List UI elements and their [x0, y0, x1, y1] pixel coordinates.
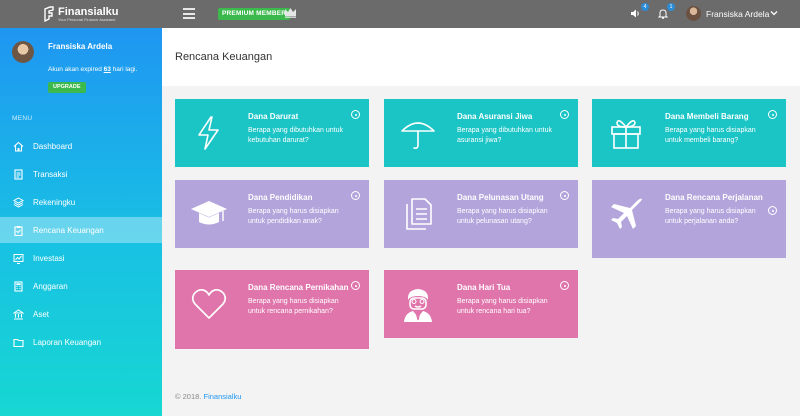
sidebar-item-label: Transaksi: [33, 169, 68, 179]
profile-avatar: [12, 41, 34, 63]
info-icon[interactable]: [768, 206, 777, 215]
card-description: Berapa yang dibutuhkan untuk asuransi ji…: [457, 127, 552, 144]
premium-member-badge: PREMIUM MEMBER: [218, 8, 291, 20]
clipboard-icon: [14, 225, 23, 236]
bell-count-badge: 1: [667, 3, 675, 11]
sidebar-item-dashboard[interactable]: Dashboard: [0, 133, 162, 159]
airplane-icon: [611, 198, 642, 229]
card-title: Dana Membeli Barang: [665, 112, 749, 121]
logo-tagline: Your Personal Finance Assistant: [58, 16, 116, 22]
info-icon[interactable]: [351, 110, 360, 119]
sidebar: Fransiska Ardela Akun akan expired 63 ha…: [0, 28, 162, 416]
upgrade-button[interactable]: UPGRADE: [48, 82, 86, 93]
sidebar-item-label: Dashboard: [33, 141, 73, 151]
card-dana-pelunasan-utang[interactable]: Dana Pelunasan Utang Berapa yang harus d…: [384, 180, 578, 248]
card-dana-asuransi-jiwa[interactable]: Dana Asuransi Jiwa Berapa yang dibutuhka…: [384, 99, 578, 167]
sidebar-item-label: Anggaran: [33, 281, 68, 291]
info-icon[interactable]: [351, 191, 360, 200]
logo[interactable]: Finansialku Your Personal Finance Assist…: [44, 6, 119, 22]
card-dana-membeli-barang[interactable]: Dana Membeli Barang Berapa yang harus di…: [592, 99, 786, 167]
info-icon[interactable]: [351, 281, 360, 290]
card-dana-pendidikan[interactable]: Dana Pendidikan Berapa yang harus disiap…: [175, 180, 369, 248]
sidebar-item-rekeningku[interactable]: Rekeningku: [0, 189, 162, 215]
main-header: Rencana Keuangan: [162, 28, 800, 86]
info-icon[interactable]: [560, 281, 569, 290]
card-dana-darurat[interactable]: Dana Darurat Berapa yang dibutuhkan untu…: [175, 99, 369, 167]
chart-icon: [13, 253, 24, 264]
footer-brand-link[interactable]: Finansialku: [203, 392, 241, 401]
folder-icon: [13, 338, 24, 347]
account-expiry-text: Akun akan expired 63 hari lagi.: [48, 66, 138, 73]
card-title: Dana Hari Tua: [457, 283, 511, 292]
crown-icon: [285, 8, 296, 18]
sidebar-item-label: Rencana Keuangan: [33, 225, 104, 235]
home-icon: [13, 141, 24, 152]
sidebar-item-investasi[interactable]: Investasi: [0, 245, 162, 271]
sidebar-item-anggaran[interactable]: Anggaran: [0, 273, 162, 299]
document-icon: [14, 168, 23, 180]
sidebar-item-laporan-keuangan[interactable]: Laporan Keuangan: [0, 329, 162, 355]
graduation-cap-icon: [191, 201, 227, 225]
card-description: Berapa yang harus disiapkan untuk perjal…: [665, 208, 756, 225]
card-title: Dana Rencana Pernikahan: [248, 283, 349, 292]
info-icon[interactable]: [768, 110, 777, 119]
card-title: Dana Rencana Perjalanan: [665, 193, 763, 202]
umbrella-icon: [401, 122, 435, 149]
logo-text: Finansialku: [58, 5, 119, 18]
card-description: Berapa yang harus disiapkan untuk rencan…: [457, 298, 548, 315]
card-title: Dana Pendidikan: [248, 193, 313, 202]
card-dana-rencana-perjalanan[interactable]: Dana Rencana Perjalanan Berapa yang haru…: [592, 180, 786, 258]
user-avatar[interactable]: [686, 6, 701, 21]
logo-icon: [44, 6, 54, 22]
bank-icon: [13, 308, 24, 320]
info-icon[interactable]: [560, 110, 569, 119]
card-description: Berapa yang dibutuhkan untuk kebutuhan d…: [248, 127, 343, 144]
top-bar: Finansialku Your Personal Finance Assist…: [0, 0, 800, 28]
sidebar-item-transaksi[interactable]: Transaksi: [0, 161, 162, 187]
chevron-down-icon[interactable]: [770, 9, 778, 17]
heart-icon: [191, 288, 227, 319]
sidebar-item-label: Laporan Keuangan: [33, 337, 102, 347]
documents-icon: [406, 198, 432, 230]
card-description: Berapa yang harus disiapkan untuk peluna…: [457, 208, 548, 225]
card-title: Dana Pelunasan Utang: [457, 193, 544, 202]
hamburger-menu-icon[interactable]: [183, 8, 195, 19]
sidebar-item-label: Aset: [33, 309, 50, 319]
sidebar-item-aset[interactable]: Aset: [0, 301, 162, 327]
card-dana-rencana-pernikahan[interactable]: Dana Rencana Pernikahan Berapa yang haru…: [175, 270, 369, 349]
sidebar-item-label: Rekeningku: [33, 197, 76, 207]
speaker-icon[interactable]: [630, 8, 641, 19]
sidebar-item-rencana-keuangan[interactable]: Rencana Keuangan: [0, 217, 162, 243]
menu-heading: MENU: [12, 115, 33, 122]
user-name[interactable]: Fransiska Ardela: [706, 9, 769, 19]
layers-icon: [13, 196, 24, 208]
card-description: Berapa yang harus disiapkan untuk membel…: [665, 127, 756, 144]
gift-icon: [611, 119, 641, 149]
card-description: Berapa yang harus disiapkan untuk rencan…: [248, 298, 339, 315]
card-title: Dana Asuransi Jiwa: [457, 112, 533, 121]
info-icon[interactable]: [560, 191, 569, 200]
card-dana-hari-tua[interactable]: Dana Hari Tua Berapa yang harus disiapka…: [384, 270, 578, 338]
page-title: Rencana Keuangan: [175, 51, 273, 63]
expiry-days: 63: [103, 66, 111, 73]
profile-name: Fransiska Ardela: [48, 42, 113, 51]
card-description: Berapa yang harus disiapkan untuk pendid…: [248, 208, 339, 225]
sidebar-item-label: Investasi: [33, 253, 65, 263]
calculator-icon: [14, 280, 23, 292]
footer: © 2018. Finansialku: [175, 392, 241, 401]
card-title: Dana Darurat: [248, 112, 299, 121]
copyright-text: © 2018.: [175, 392, 202, 401]
speaker-count-badge: 4: [641, 3, 649, 11]
elderly-person-icon: [404, 289, 432, 322]
lightning-icon: [198, 116, 219, 150]
bell-icon[interactable]: [658, 8, 668, 19]
